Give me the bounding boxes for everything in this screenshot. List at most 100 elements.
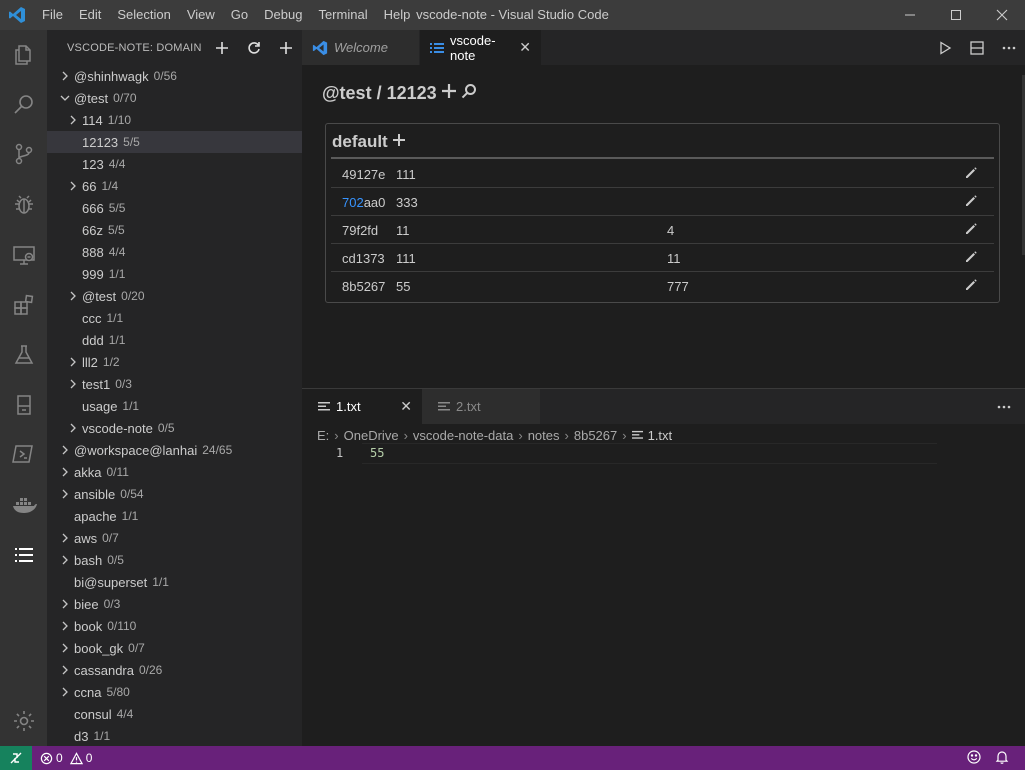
remote-indicator-icon[interactable] [0, 746, 32, 770]
split-editor-icon[interactable] [961, 30, 993, 65]
chevron-right-icon [57, 65, 73, 87]
tree-item-count: 1/1 [106, 311, 124, 325]
test-flask-icon[interactable] [0, 335, 47, 375]
edit-pencil-icon[interactable] [964, 222, 980, 238]
add-category-icon[interactable] [441, 83, 457, 104]
add-note-icon[interactable] [392, 132, 406, 152]
tree-item[interactable]: @shinhwagk 0/56 [47, 65, 302, 87]
tree-item[interactable]: book_gk 0/7 [47, 637, 302, 659]
tree-item[interactable]: 999 1/1 [47, 263, 302, 285]
source-control-icon[interactable] [0, 134, 47, 174]
close-tab-icon[interactable]: ✕ [519, 39, 531, 56]
add-domain-icon[interactable] [206, 30, 238, 66]
note-id[interactable]: 79f2fd [342, 223, 378, 238]
terminal-icon[interactable] [0, 434, 47, 474]
tab-1-txt[interactable]: 1.txt ✕ [302, 389, 422, 424]
tree-item[interactable]: apache 1/1 [47, 505, 302, 527]
remote-explorer-icon[interactable] [0, 235, 47, 275]
tree-item[interactable]: vscode-note 0/5 [47, 417, 302, 439]
tree-item[interactable]: test1 0/3 [47, 373, 302, 395]
tree-item[interactable]: 123 4/4 [47, 153, 302, 175]
more-actions-icon[interactable] [993, 30, 1025, 65]
edit-pencil-icon[interactable] [964, 278, 980, 294]
add-item-icon[interactable] [270, 30, 302, 66]
breadcrumb-drive[interactable]: E: [317, 428, 329, 443]
breadcrumb-onedrive[interactable]: OneDrive [344, 428, 399, 443]
tree-item[interactable]: biee 0/3 [47, 593, 302, 615]
breadcrumb-note-id[interactable]: 8b5267 [574, 428, 617, 443]
note-row[interactable]: 79f2fd 11 4 [331, 216, 994, 244]
explorer-icon[interactable] [0, 35, 47, 75]
docker-icon[interactable] [0, 485, 47, 525]
feedback-smiley-icon[interactable] [967, 749, 981, 767]
tree-item[interactable]: 666 5/5 [47, 197, 302, 219]
tree-item[interactable]: bash 0/5 [47, 549, 302, 571]
debug-icon[interactable] [0, 185, 47, 225]
note-id-text: 49127e [342, 167, 386, 182]
breadcrumb-file[interactable]: 1.txt [631, 428, 672, 443]
menu-selection[interactable]: Selection [109, 0, 178, 30]
tree-item[interactable]: consul 4/4 [47, 703, 302, 725]
tree-item[interactable]: bi@superset 1/1 [47, 571, 302, 593]
menu-file[interactable]: File [34, 0, 71, 30]
settings-gear-icon[interactable] [0, 701, 47, 741]
tab-vscode-note[interactable]: vscode-note ✕ [420, 30, 542, 65]
breadcrumb-notes[interactable]: notes [528, 428, 560, 443]
refresh-icon[interactable] [238, 30, 270, 66]
line-content[interactable]: 55 [370, 446, 384, 460]
notifications-bell-icon[interactable] [995, 750, 1009, 767]
menu-terminal[interactable]: Terminal [310, 0, 375, 30]
tree-item[interactable]: book 0/110 [47, 615, 302, 637]
note-id[interactable]: 49127e [342, 167, 385, 182]
note-id[interactable]: 8b5267 [342, 279, 385, 294]
maximize-button[interactable] [933, 0, 979, 30]
problems-indicator[interactable]: 0 0 [40, 751, 92, 765]
tree-item[interactable]: cassandra 0/26 [47, 659, 302, 681]
tree-item[interactable]: @test 0/20 [47, 285, 302, 307]
edit-pencil-icon[interactable] [964, 194, 980, 210]
menu-view[interactable]: View [179, 0, 223, 30]
note-row[interactable]: cd1373 111 11 [331, 244, 994, 272]
run-icon[interactable] [929, 30, 961, 65]
minimize-button[interactable] [887, 0, 933, 30]
tree-item[interactable]: ccna 5/80 [47, 681, 302, 703]
tree-item[interactable]: d3 1/1 [47, 725, 302, 746]
tree-item[interactable]: @test 0/70 [47, 87, 302, 109]
close-tab-icon[interactable]: ✕ [400, 398, 412, 415]
tree-item[interactable]: lll2 1/2 [47, 351, 302, 373]
menu-debug[interactable]: Debug [256, 0, 310, 30]
menu-go[interactable]: Go [223, 0, 256, 30]
note-id[interactable]: 702aa0 [342, 195, 385, 210]
tree-item[interactable]: 66z 5/5 [47, 219, 302, 241]
menu-help[interactable]: Help [376, 0, 419, 30]
search-notes-icon[interactable] [461, 83, 477, 104]
notebook-icon[interactable] [0, 385, 47, 425]
tab-welcome[interactable]: Welcome [302, 30, 420, 65]
notes-list-icon[interactable] [0, 535, 47, 575]
menu-edit[interactable]: Edit [71, 0, 109, 30]
tree-item[interactable]: aws 0/7 [47, 527, 302, 549]
tree-item[interactable]: 888 4/4 [47, 241, 302, 263]
note-row[interactable]: 702aa0 333 [331, 188, 994, 216]
note-row[interactable]: 8b5267 55 777 [331, 272, 994, 300]
tree-item[interactable]: akka 0/11 [47, 461, 302, 483]
tree-item[interactable]: 114 1/10 [47, 109, 302, 131]
tree-item[interactable]: 12123 5/5 [47, 131, 302, 153]
extensions-icon[interactable] [0, 285, 47, 325]
tab-2-txt[interactable]: 2.txt [422, 389, 540, 424]
edit-pencil-icon[interactable] [964, 250, 980, 266]
edit-pencil-icon[interactable] [964, 166, 980, 182]
more-actions-icon[interactable] [997, 389, 1011, 424]
note-id[interactable]: cd1373 [342, 251, 385, 266]
tree-item[interactable]: ddd 1/1 [47, 329, 302, 351]
note-row[interactable]: 49127e 111 [331, 160, 994, 188]
tree-item[interactable]: @workspace@lanhai 24/65 [47, 439, 302, 461]
tree-item[interactable]: 66 1/4 [47, 175, 302, 197]
breadcrumb-data-folder[interactable]: vscode-note-data [413, 428, 513, 443]
close-window-button[interactable] [979, 0, 1025, 30]
tree-item[interactable]: ansible 0/54 [47, 483, 302, 505]
tree-item[interactable]: ccc 1/1 [47, 307, 302, 329]
search-icon[interactable] [0, 85, 47, 125]
tree-item[interactable]: usage 1/1 [47, 395, 302, 417]
